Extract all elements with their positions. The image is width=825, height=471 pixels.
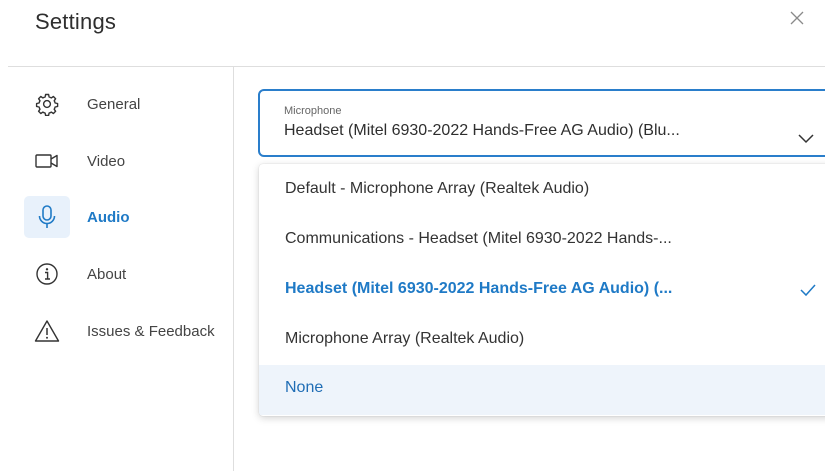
- sidebar-item-label: About: [87, 265, 127, 283]
- sidebar-divider: [233, 67, 234, 471]
- sidebar-item-label: Video: [87, 152, 126, 170]
- checkmark-icon: [800, 284, 816, 297]
- gear-icon: [31, 88, 63, 120]
- sidebar-item-audio[interactable]: Audio: [0, 194, 233, 240]
- header-divider: [8, 66, 825, 67]
- warning-icon: [31, 315, 63, 347]
- settings-dialog: Settings General Video Audio About Issue…: [0, 0, 825, 471]
- dropdown-option[interactable]: Communications - Headset (Mitel 6930-202…: [259, 216, 825, 266]
- option-label: Default - Microphone Array (Realtek Audi…: [285, 180, 590, 197]
- microphone-selected-value: Headset (Mitel 6930-2022 Hands-Free AG A…: [284, 122, 680, 139]
- dropdown-option-selected[interactable]: Headset (Mitel 6930-2022 Hands-Free AG A…: [259, 266, 825, 316]
- dialog-title: Settings: [35, 9, 117, 34]
- microphone-select[interactable]: Microphone Headset (Mitel 6930-2022 Hand…: [258, 89, 825, 157]
- video-camera-icon: [31, 145, 63, 177]
- sidebar-item-general[interactable]: General: [0, 81, 233, 127]
- info-icon: [31, 258, 63, 290]
- option-label: Microphone Array (Realtek Audio): [285, 330, 525, 347]
- sidebar-item-video[interactable]: Video: [0, 138, 233, 184]
- dropdown-option[interactable]: Microphone Array (Realtek Audio): [259, 316, 825, 366]
- dropdown-option-hovered[interactable]: None: [259, 365, 825, 415]
- sidebar-item-about[interactable]: About: [0, 251, 233, 297]
- microphone-icon: [31, 201, 63, 233]
- close-icon: [790, 11, 804, 25]
- sidebar-item-label: General: [87, 95, 141, 113]
- chevron-down-icon: [798, 134, 814, 144]
- microphone-dropdown-menu: Default - Microphone Array (Realtek Audi…: [259, 164, 825, 416]
- dropdown-option[interactable]: Default - Microphone Array (Realtek Audi…: [259, 166, 825, 216]
- option-label: None: [285, 379, 324, 396]
- sidebar-item-issues-feedback[interactable]: Issues & Feedback: [0, 308, 233, 354]
- sidebar-item-label: Audio: [87, 208, 130, 226]
- option-label: Headset (Mitel 6930-2022 Hands-Free AG A…: [285, 280, 673, 297]
- close-button[interactable]: [785, 6, 809, 30]
- microphone-label: Microphone: [284, 105, 342, 117]
- option-label: Communications - Headset (Mitel 6930-202…: [285, 230, 672, 247]
- sidebar-item-label: Issues & Feedback: [87, 322, 215, 340]
